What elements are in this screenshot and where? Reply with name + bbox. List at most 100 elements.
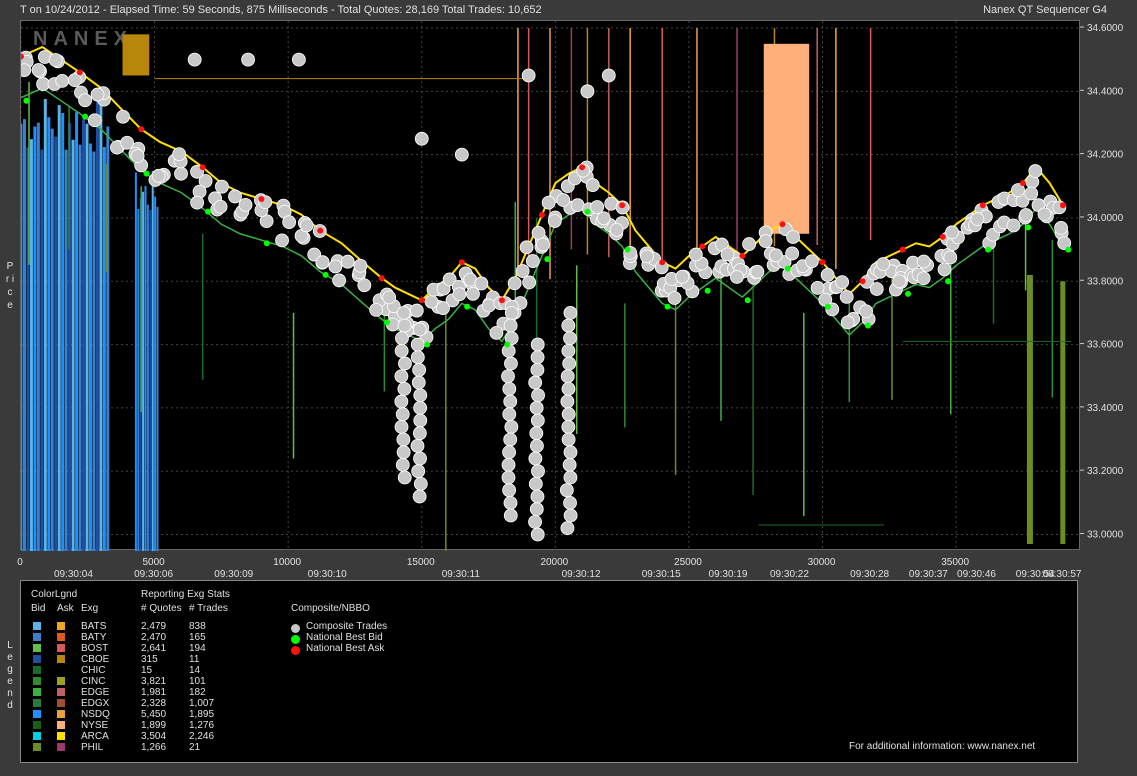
trade-point [541,195,556,210]
legend-composite-item: Composite Trades [306,621,388,632]
time-tick-label: 09:30:12 [562,569,601,580]
x-tick-label: 10000 [273,557,301,568]
chart-svg: NANEX [21,21,1081,551]
trade-point [820,268,835,282]
trade-point [21,63,32,78]
time-tick-label: 09:30:09 [214,569,253,580]
trade-point [501,470,516,485]
trade-point [353,258,368,273]
legend-ask-swatch [57,644,65,652]
trade-point [943,250,958,265]
trade-point [562,356,577,371]
trade-point [394,419,409,434]
trade-point [742,237,757,251]
trade-point [559,483,574,498]
trade-point [529,400,544,415]
trade-point [563,331,577,346]
trade-point [596,211,611,226]
trade-point [382,290,397,305]
trade-point [172,147,187,162]
trade-point [590,200,605,214]
legend-bid-swatch [33,732,41,740]
legend-bid-swatch [33,666,41,674]
legend-quotes-value: 315 [141,654,158,665]
legend-col-trades: # Trades [189,603,228,614]
legend-exg-name: CHIC [81,665,106,676]
trade-point [892,274,907,289]
trade-point [489,325,504,340]
trade-point [640,249,654,264]
legend-bid-swatch [33,677,41,685]
legend-trades-value: 165 [189,632,206,643]
trade-point [190,195,205,210]
trade-point [482,298,496,313]
legend-composite-head: Composite/NBBO [291,603,370,614]
legend-col-exg: Exg [81,603,99,614]
trade-point [530,337,545,352]
best-ask-point [1019,180,1026,187]
trade-point [531,226,546,240]
best-bid-point [205,208,212,215]
time-tick-label: 09:30:22 [770,569,809,580]
bid-bar [1060,281,1066,544]
composite-trades [21,50,1072,542]
legend-trades-value: 2,246 [189,731,215,742]
trade-point [916,271,931,286]
trade-point [839,289,854,304]
trade-point [530,489,545,504]
best-bid-point [744,297,751,304]
trade-point [130,149,145,163]
legend-bid-swatch [33,622,41,630]
trade-point [501,457,516,472]
trade-point [502,483,517,498]
trade-point [561,343,576,358]
trade-point [397,470,412,485]
legend-trades-value: 101 [189,676,206,687]
trade-point [563,508,578,523]
legend-quotes-value: 3,504 [141,731,167,742]
best-ask-point [538,211,545,218]
trade-point [560,521,575,536]
legend-exg-name: PHIL [81,742,104,753]
legend-bid-swatch [33,721,41,729]
trade-point [758,234,773,249]
legend-trades-value: 182 [189,687,206,698]
trade-point [395,407,410,422]
x-tick-label: 20000 [540,557,568,568]
trade-point [536,237,550,252]
trade-point [503,495,518,510]
best-ask-point [579,164,586,171]
y-tick-label: 33.4000 [1087,403,1124,414]
legend-trades-value: 838 [189,621,206,632]
trade-point [502,381,517,396]
best-ask-point [979,202,986,209]
best-bid-point [824,303,831,310]
legend-trades-value: 1,895 [189,709,215,720]
trade-point [563,306,578,320]
legend-footer: For additional information: www.nanex.ne… [849,741,1036,752]
trade-point [452,287,467,302]
y-tick-label: 33.0000 [1087,530,1124,541]
trade-point [585,178,600,192]
best-bid-point [322,271,329,278]
legend-col-ask: Ask [57,603,74,614]
trade-point [561,419,576,434]
x-tick-label: 0 [17,557,23,568]
trade-point [395,331,409,346]
legend-bid-swatch [33,743,41,751]
trade-point [398,356,412,371]
legend-composite-dot [291,646,300,655]
trade-point [412,426,427,441]
trade-point [503,318,518,333]
trade-point [609,222,624,237]
ask-block [763,43,810,234]
trade-point [291,52,306,67]
legend-bid-swatch [33,633,41,641]
legend-trades-value: 11 [189,654,200,665]
legend-quotes-value: 2,641 [141,643,167,654]
best-bid-point [905,290,912,297]
best-ask-point [317,227,324,234]
legend-ask-swatch [57,743,65,751]
trade-point [504,419,519,434]
legend-exg-name: BATY [81,632,107,643]
